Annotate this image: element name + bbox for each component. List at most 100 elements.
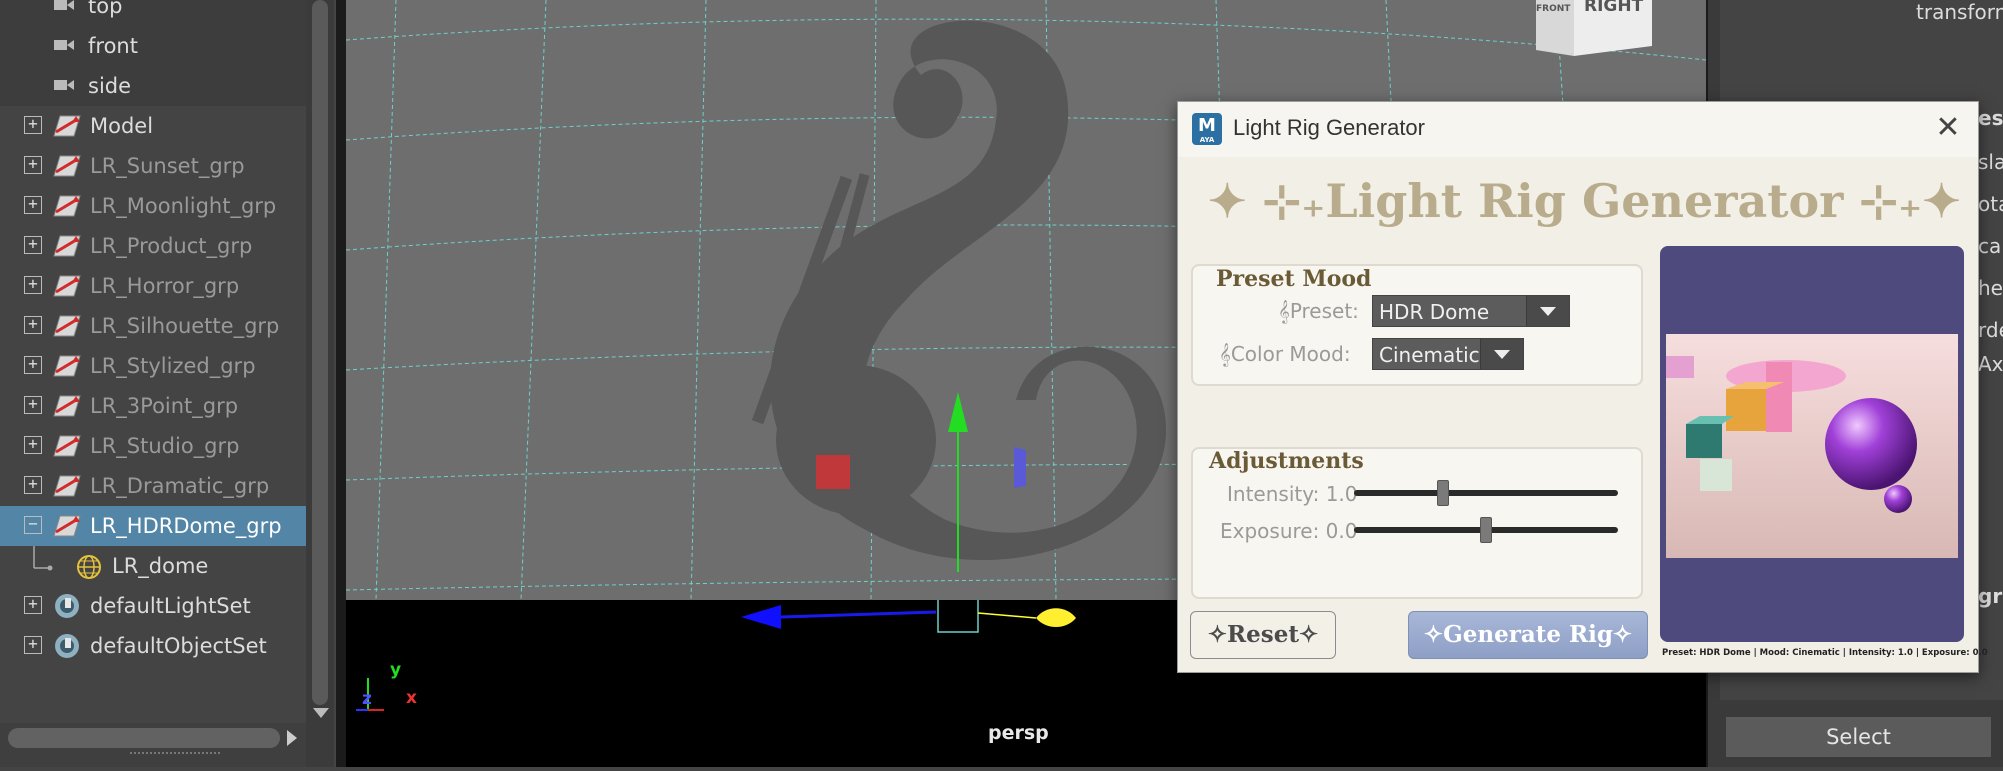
outliner-item[interactable]: + LR_Stylized_grp xyxy=(0,346,306,386)
outliner-item[interactable]: + LR_Studio_grp xyxy=(0,426,306,466)
outliner-item-label: top xyxy=(88,0,123,18)
outliner-item-label: LR_Studio_grp xyxy=(90,434,240,458)
expand-icon[interactable]: + xyxy=(24,636,42,654)
intensity-slider-handle[interactable] xyxy=(1437,480,1450,506)
chevron-down-icon[interactable] xyxy=(1526,296,1569,326)
outliner-item[interactable]: LR_dome xyxy=(0,546,306,586)
transform-group-icon xyxy=(53,115,81,137)
outliner-item[interactable]: + LR_3Point_grp xyxy=(0,386,306,426)
attribute-label: ota xyxy=(1978,192,2003,216)
outliner-item-label: LR_Silhouette_grp xyxy=(90,314,280,338)
outliner-item[interactable]: + LR_Sunset_grp xyxy=(0,146,306,186)
outliner-item-label: front xyxy=(88,34,138,58)
expand-icon[interactable]: + xyxy=(24,396,42,414)
attribute-label: grp xyxy=(1978,584,2003,608)
outliner-item-label: LR_Product_grp xyxy=(90,234,253,258)
transform-group-icon xyxy=(53,155,81,177)
preset-dropdown-value: HDR Dome xyxy=(1379,300,1490,324)
exposure-slider-handle[interactable] xyxy=(1480,517,1492,543)
color-mood-dropdown[interactable]: Cinematic xyxy=(1372,338,1524,370)
expand-icon[interactable]: − xyxy=(24,516,42,534)
outliner-vertical-scroll-thumb[interactable] xyxy=(312,0,328,705)
adjustments-title: Adjustments xyxy=(1209,448,1364,474)
outliner-item-label: LR_Horror_grp xyxy=(90,274,240,298)
outliner-item-label: defaultObjectSet xyxy=(90,634,267,658)
camera-icon xyxy=(54,0,74,10)
light-rig-generator-dialog: M AYA Light Rig Generator ✕ ✦ ⊹₊Light Rig… xyxy=(1177,101,1988,673)
preview-render-image xyxy=(1666,334,1958,558)
scroll-down-arrow-icon[interactable] xyxy=(310,705,332,721)
outliner-item[interactable]: top xyxy=(0,0,306,26)
transform-group-icon xyxy=(53,195,81,217)
intensity-label: Intensity: 1.0 xyxy=(1227,482,1358,506)
camera-label: persp xyxy=(988,722,1049,744)
outliner-item[interactable]: front xyxy=(0,26,306,66)
exposure-label: Exposure: 0.0 xyxy=(1220,519,1358,543)
outliner-item[interactable]: + Model xyxy=(0,106,306,146)
generate-rig-button[interactable]: ✧Generate Rig✧ xyxy=(1408,611,1648,659)
intensity-slider[interactable] xyxy=(1354,490,1618,496)
resize-grip[interactable] xyxy=(130,752,220,754)
select-button[interactable]: Select xyxy=(1726,717,1991,757)
expand-icon[interactable]: + xyxy=(24,596,42,614)
expand-icon[interactable]: + xyxy=(24,116,42,134)
preset-mood-title: Preset Mood xyxy=(1216,266,1372,292)
status-line: Preset: HDR Dome | Mood: Cinematic | Int… xyxy=(1662,648,1988,658)
expand-icon[interactable]: + xyxy=(24,356,42,374)
red-light-marker[interactable] xyxy=(816,455,850,489)
transform-group-icon xyxy=(53,315,81,337)
blue-light-marker[interactable] xyxy=(1014,447,1026,488)
axis-z-label: z xyxy=(362,689,372,709)
attribute-label: hea xyxy=(1978,276,2003,300)
expand-icon[interactable]: + xyxy=(24,436,42,454)
z-axis-handle-icon[interactable] xyxy=(1036,608,1076,627)
outliner-item-label: LR_3Point_grp xyxy=(90,394,239,418)
outliner-item[interactable]: − LR_HDRDome_grp xyxy=(0,506,306,546)
outliner-item-label: LR_dome xyxy=(112,554,209,578)
x-axis-arrow-icon[interactable] xyxy=(741,605,781,629)
attribute-label: es xyxy=(1978,106,2003,130)
outliner-item-label: LR_Stylized_grp xyxy=(90,354,256,378)
expand-icon[interactable]: + xyxy=(24,156,42,174)
outliner-item[interactable]: + LR_Product_grp xyxy=(0,226,306,266)
outliner-item[interactable]: side xyxy=(0,66,306,106)
outliner-item-label: side xyxy=(88,74,132,98)
expand-icon[interactable]: + xyxy=(24,196,42,214)
transform-group-icon xyxy=(53,275,81,297)
expand-icon[interactable]: + xyxy=(24,276,42,294)
close-icon[interactable]: ✕ xyxy=(1930,110,1966,146)
object-set-icon xyxy=(55,594,79,618)
preset-dropdown[interactable]: HDR Dome xyxy=(1372,295,1570,327)
expand-icon[interactable]: + xyxy=(24,316,42,334)
transform-group-icon xyxy=(53,355,81,377)
outliner-item-label: LR_Moonlight_grp xyxy=(90,194,277,218)
outliner-item-label: LR_HDRDome_grp xyxy=(90,514,282,538)
transform-group-icon xyxy=(53,395,81,417)
reset-button[interactable]: ✧Reset✧ xyxy=(1190,611,1336,659)
maya-logo-icon: M AYA xyxy=(1192,113,1222,145)
outliner-item[interactable]: + LR_Moonlight_grp xyxy=(0,186,306,226)
expand-icon[interactable]: + xyxy=(24,236,42,254)
pivot-box[interactable] xyxy=(937,593,979,633)
transform-group-icon xyxy=(53,515,81,537)
outliner-item-label: defaultLightSet xyxy=(90,594,251,618)
chevron-down-icon[interactable] xyxy=(1480,339,1523,369)
outliner-item[interactable]: + defaultObjectSet xyxy=(0,626,306,666)
outliner-item-label: LR_Sunset_grp xyxy=(90,154,245,178)
object-set-icon xyxy=(55,634,79,658)
outliner-item[interactable]: + LR_Silhouette_grp xyxy=(0,306,306,346)
color-mood-dropdown-value: Cinematic xyxy=(1379,343,1480,367)
outliner-item[interactable]: + LR_Dramatic_grp xyxy=(0,466,306,506)
y-axis-arrow-icon[interactable] xyxy=(948,392,968,432)
viewcube-right-label: RIGHT xyxy=(1584,0,1644,16)
outliner-item[interactable]: + LR_Horror_grp xyxy=(0,266,306,306)
scroll-right-arrow-icon[interactable] xyxy=(284,727,300,749)
viewcube[interactable]: FRONT RIGHT xyxy=(1534,0,1654,58)
outliner-item[interactable]: + defaultLightSet xyxy=(0,586,306,626)
axis-y-label: y xyxy=(390,660,402,680)
attribute-label: ca xyxy=(1978,234,2002,258)
expand-icon[interactable]: + xyxy=(24,476,42,494)
outliner-horizontal-scroll-thumb[interactable] xyxy=(8,728,280,748)
tree-connector-icon xyxy=(33,546,53,571)
outliner-item-label: LR_Dramatic_grp xyxy=(90,474,270,498)
